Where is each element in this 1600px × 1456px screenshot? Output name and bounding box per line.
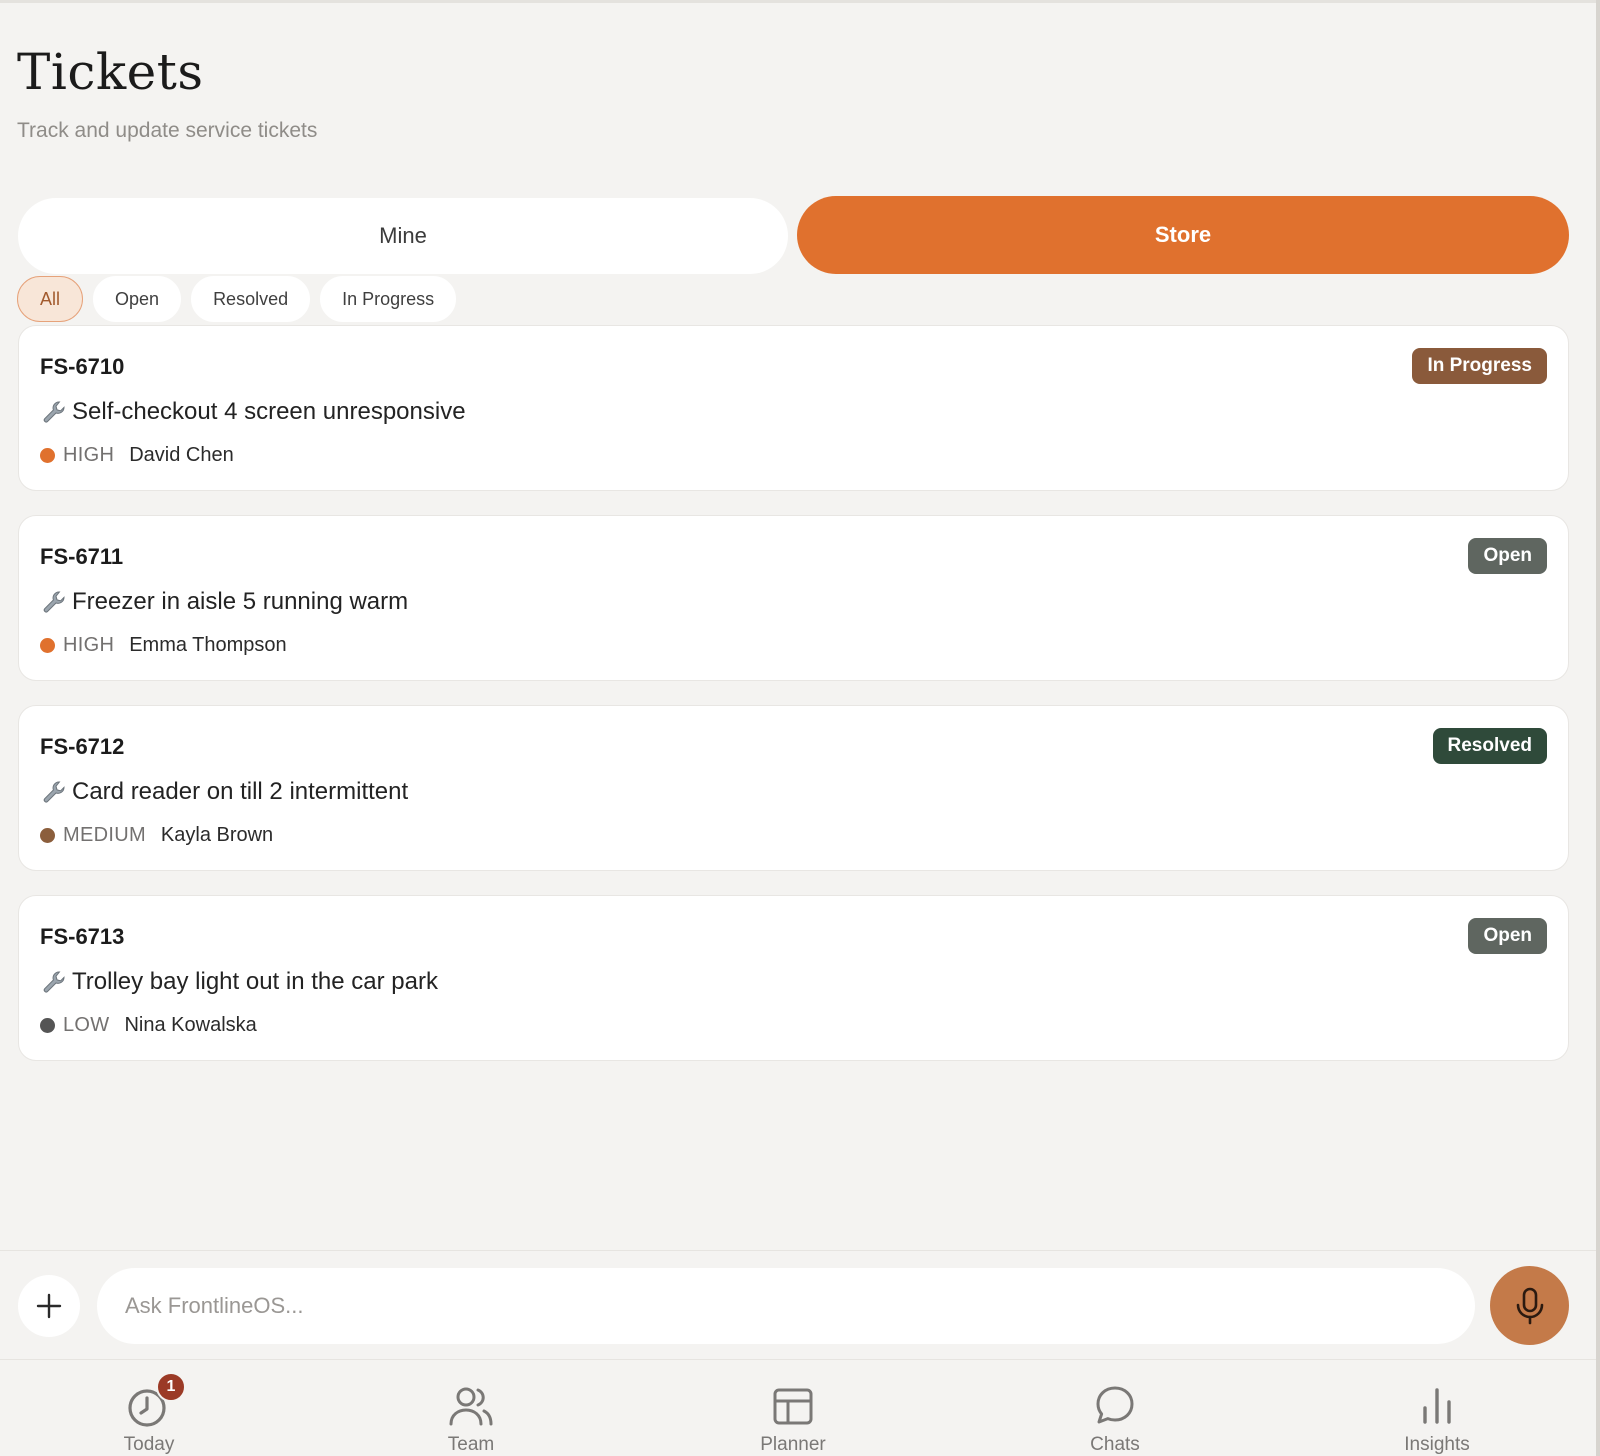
ticket-title-text: Trolley bay light out in the car park xyxy=(72,968,438,995)
status-badge: Open xyxy=(1468,918,1547,954)
clock-icon: 1 xyxy=(125,1372,186,1430)
filter-open-chip[interactable]: Open xyxy=(93,276,182,322)
ticket-title-text: Freezer in aisle 5 running warm xyxy=(72,588,409,615)
nav-label: Insights xyxy=(1404,1434,1470,1455)
add-attachment-button[interactable] xyxy=(18,1275,80,1337)
status-badge: In Progress xyxy=(1412,348,1547,384)
status-badge: Resolved xyxy=(1432,728,1547,764)
ticket-id: FS-6712 xyxy=(40,734,125,759)
priority-dot xyxy=(40,448,55,463)
ticket-meta: LOW Nina Kowalska xyxy=(40,1014,257,1037)
status-filter-bar: All Open Resolved In Progress xyxy=(17,276,457,322)
nav-label: Team xyxy=(447,1434,495,1455)
ticket-meta: HIGH David Chen xyxy=(40,444,234,467)
wrench-icon xyxy=(43,401,65,423)
nav-label: Planner xyxy=(760,1434,826,1455)
window-edge xyxy=(1596,0,1600,1456)
status-badge: Open xyxy=(1468,538,1547,574)
ticket-card[interactable]: FS-6713 Open Trolley bay light out in th… xyxy=(18,895,1569,1061)
priority-label: HIGH xyxy=(63,634,115,656)
scope-mine-button[interactable]: Mine xyxy=(18,198,788,274)
ticket-title: Trolley bay light out in the car park xyxy=(40,968,438,996)
ticket-title: Card reader on till 2 intermittent xyxy=(40,778,408,806)
filter-resolved-chip[interactable]: Resolved xyxy=(191,276,311,322)
scope-store-button[interactable]: Store xyxy=(797,196,1569,274)
priority-label: MEDIUM xyxy=(63,824,146,846)
priority-dot xyxy=(40,1018,55,1033)
app-frame: Tickets Track and update service tickets… xyxy=(0,0,1600,1456)
page-subtitle: Track and update service tickets xyxy=(17,119,318,142)
ticket-card[interactable]: FS-6711 Open Freezer in aisle 5 running … xyxy=(18,515,1569,681)
wrench-icon xyxy=(43,971,65,993)
ticket-id: FS-6710 xyxy=(40,354,125,379)
plus-icon xyxy=(36,1293,62,1319)
nav-item-insights[interactable]: Insights xyxy=(1367,1360,1507,1456)
assignee-name: Emma Thompson xyxy=(129,634,287,656)
ticket-title: Self-checkout 4 screen unresponsive xyxy=(40,398,466,426)
page-title: Tickets xyxy=(17,43,204,101)
notification-badge: 1 xyxy=(156,1372,186,1402)
assignee-name: Kayla Brown xyxy=(160,824,274,846)
ticket-meta: MEDIUM Kayla Brown xyxy=(40,824,273,847)
ticket-id: FS-6711 xyxy=(40,544,124,569)
ask-assistant-input[interactable] xyxy=(97,1268,1475,1344)
ticket-title-text: Self-checkout 4 screen unresponsive xyxy=(72,398,466,425)
bar-chart-icon xyxy=(1413,1382,1461,1430)
ticket-title-text: Card reader on till 2 intermittent xyxy=(72,778,409,805)
wrench-icon xyxy=(43,781,65,803)
priority-label: LOW xyxy=(63,1014,110,1036)
wrench-icon xyxy=(43,591,65,613)
ticket-meta: HIGH Emma Thompson xyxy=(40,634,287,657)
ticket-card[interactable]: FS-6712 Resolved Card reader on till 2 i… xyxy=(18,705,1569,871)
ticket-title: Freezer in aisle 5 running warm xyxy=(40,588,408,616)
assignee-name: David Chen xyxy=(129,444,234,466)
priority-dot xyxy=(40,638,55,653)
microphone-icon xyxy=(1516,1287,1543,1324)
priority-label: HIGH xyxy=(63,444,115,466)
nav-label: Chats xyxy=(1090,1434,1140,1455)
priority-dot xyxy=(40,828,55,843)
filter-in-progress-chip[interactable]: In Progress xyxy=(320,276,457,322)
assignee-name: Nina Kowalska xyxy=(124,1014,257,1036)
page-header: Tickets Track and update service tickets xyxy=(17,43,317,143)
nav-item-chats[interactable]: Chats xyxy=(1045,1360,1185,1456)
bottom-navigation: 1 Today Team Planner Chats Insights xyxy=(0,1359,1596,1456)
nav-item-today[interactable]: 1 Today xyxy=(79,1360,219,1456)
users-icon xyxy=(447,1382,495,1430)
filter-all-chip[interactable]: All xyxy=(17,276,84,322)
ticket-card[interactable]: FS-6710 In Progress Self-checkout 4 scre… xyxy=(18,325,1569,491)
ticket-id: FS-6713 xyxy=(40,924,125,949)
nav-item-planner[interactable]: Planner xyxy=(723,1360,863,1456)
nav-item-team[interactable]: Team xyxy=(401,1360,541,1456)
calendar-grid-icon xyxy=(769,1382,817,1430)
nav-label: Today xyxy=(123,1434,175,1455)
chat-bubble-icon xyxy=(1091,1382,1139,1430)
voice-input-button[interactable] xyxy=(1490,1266,1569,1345)
assistant-input-bar xyxy=(0,1250,1596,1359)
